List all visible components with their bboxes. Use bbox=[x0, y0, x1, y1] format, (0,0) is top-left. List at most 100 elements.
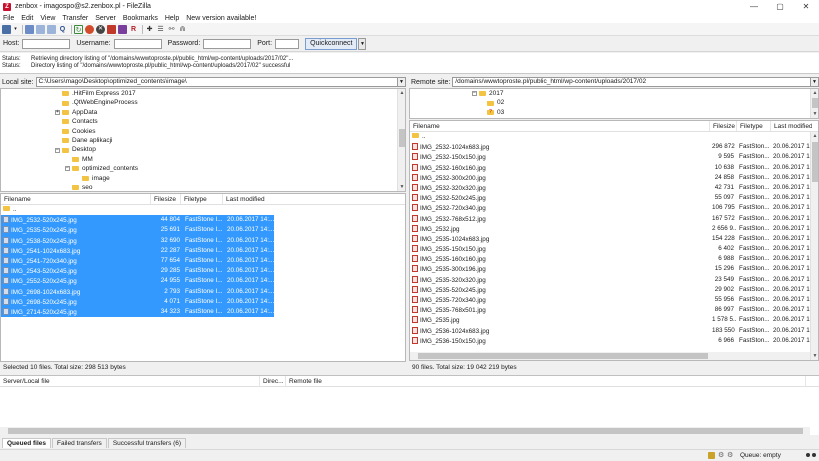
remote-horizontal-scrollbar[interactable] bbox=[410, 352, 810, 360]
remote-col-filename[interactable]: Filename bbox=[410, 121, 710, 131]
local-tree-item[interactable]: .HitFilm Express 2017 bbox=[1, 89, 405, 98]
remote-file-row[interactable]: IMG_2535.jpg 1 578 5... FastSton... 20.06.2… bbox=[410, 315, 818, 325]
menu-server[interactable]: Server bbox=[95, 15, 116, 22]
queue-col-direction[interactable]: Direc... bbox=[260, 376, 286, 386]
local-file-row[interactable]: IMG_2541-1024x683.jpg 22 287 FastStone I..… bbox=[1, 245, 274, 256]
menu-file[interactable]: File bbox=[3, 15, 14, 22]
reconnect-icon[interactable] bbox=[118, 24, 127, 34]
remote-path-input[interactable]: /domains/wwwtoproste.pl/public_html/wp-c… bbox=[452, 77, 811, 87]
remote-tree-item[interactable]: − 2017 bbox=[410, 89, 818, 98]
minimize-button[interactable]: — bbox=[741, 0, 767, 13]
local-col-last-modified[interactable]: Last modified bbox=[223, 194, 283, 204]
search-icon[interactable]: Q bbox=[58, 25, 67, 34]
remote-file-row[interactable]: IMG_2535-1024x683.jpg 154 228 FastSton... 2… bbox=[410, 234, 818, 244]
local-file-row[interactable]: IMG_2538-520x245.jpg 32 690 FastStone I...… bbox=[1, 235, 274, 246]
remote-col-filetype[interactable]: Filetype bbox=[737, 121, 771, 131]
local-tree-item[interactable]: + AppData bbox=[1, 108, 405, 117]
remote-tree-item[interactable]: ? 03 bbox=[410, 108, 818, 117]
local-file-row[interactable]: IMG_2543-520x245.jpg 29 285 FastStone I...… bbox=[1, 266, 274, 277]
local-file-row[interactable]: IMG_2532-520x245.jpg 44 804 FastStone I...… bbox=[1, 215, 274, 226]
remote-file-row[interactable]: IMG_2532.jpg 2 656 9... FastSton... 20.06.2… bbox=[410, 224, 818, 234]
remote-file-row[interactable]: IMG_2535-520x245.jpg 29 902 FastSton... 20.… bbox=[410, 285, 818, 295]
close-button[interactable]: ✕ bbox=[793, 0, 819, 13]
refresh-icon[interactable]: ↻ bbox=[74, 24, 83, 34]
toggle-log-icon[interactable] bbox=[25, 24, 34, 34]
local-path-input[interactable]: C:\Users\mago\Desktop\optimized_contents… bbox=[35, 77, 398, 87]
binoculars-icon[interactable]: ⚯ bbox=[167, 25, 176, 34]
menu-view[interactable]: View bbox=[40, 15, 55, 22]
remote-directory-tree[interactable]: −2017 02? 03 ▲ ▼ bbox=[409, 88, 819, 119]
local-tree-item[interactable]: Dane aplikacji bbox=[1, 136, 405, 145]
local-tree-item[interactable]: .QtWebEngineProcess bbox=[1, 98, 405, 107]
remote-file-row[interactable]: IMG_2536-150x150.jpg 6 966 FastSton... 20.0… bbox=[410, 336, 818, 346]
remote-file-list[interactable]: Filename Filesize Filetype Last modified… bbox=[409, 120, 819, 361]
tree-expander-icon[interactable]: − bbox=[55, 147, 60, 153]
directory-listing-filters-icon[interactable]: R bbox=[129, 25, 138, 34]
quickconnect-button[interactable]: Quickconnect bbox=[305, 37, 358, 50]
toggle-sync-browsing-icon[interactable]: ✚ bbox=[145, 25, 154, 34]
quickconnect-dropdown[interactable]: ▼ bbox=[358, 37, 367, 50]
remote-file-row[interactable]: IMG_2536-1024x683.jpg 183 550 FastSton... 2… bbox=[410, 326, 818, 336]
local-file-row[interactable]: IMG_2698-1024x683.jpg 2 793 FastStone I...… bbox=[1, 286, 274, 297]
local-parent-dir-row[interactable]: .. bbox=[1, 205, 405, 215]
remote-file-row[interactable]: IMG_2532-768x512.jpg 167 572 FastSton... 20… bbox=[410, 214, 818, 224]
remote-file-row[interactable]: IMG_2535-150x150.jpg 6 402 FastSton... 20.0… bbox=[410, 244, 818, 254]
remote-file-row[interactable]: IMG_2535-720x340.jpg 55 956 FastSton... 20.… bbox=[410, 295, 818, 305]
menu-transfer[interactable]: Transfer bbox=[62, 15, 88, 22]
transfer-queue[interactable]: Server/Local file Direc... Remote file bbox=[0, 375, 819, 435]
tree-expander-icon[interactable]: − bbox=[65, 166, 70, 172]
tab-successful-transfers[interactable]: Successful transfers (6) bbox=[107, 438, 187, 448]
local-col-filetype[interactable]: Filetype bbox=[181, 194, 223, 204]
remote-parent-dir-row[interactable]: .. bbox=[410, 132, 818, 142]
local-file-row[interactable]: IMG_2714-520x245.jpg 34 323 FastStone I...… bbox=[1, 306, 274, 318]
remote-col-last-modified[interactable]: Last modified bbox=[771, 121, 812, 131]
remote-file-row[interactable]: IMG_2535-768x501.jpg 86 997 FastSton... 20.… bbox=[410, 305, 818, 315]
remote-col-filesize[interactable]: Filesize bbox=[710, 121, 737, 131]
local-file-list[interactable]: Filename Filesize Filetype Last modified… bbox=[0, 193, 406, 362]
toggle-local-tree-icon[interactable] bbox=[36, 24, 45, 34]
local-path-dropdown[interactable]: ▼ bbox=[398, 77, 406, 87]
local-tree-item[interactable]: Contacts bbox=[1, 117, 405, 126]
tree-expander-icon[interactable]: + bbox=[55, 109, 60, 115]
local-col-filename[interactable]: Filename bbox=[1, 194, 151, 204]
local-file-row[interactable]: IMG_2535-520x245.jpg 25 691 FastStone I...… bbox=[1, 225, 274, 236]
local-tree-item[interactable]: − Desktop bbox=[1, 145, 405, 154]
menu-bookmarks[interactable]: Bookmarks bbox=[123, 15, 158, 22]
remote-path-dropdown[interactable]: ▼ bbox=[811, 77, 819, 87]
local-tree-item[interactable]: Cookies bbox=[1, 127, 405, 136]
queue-col-local-file[interactable]: Server/Local file bbox=[0, 376, 260, 386]
queue-col-remote-file[interactable]: Remote file bbox=[286, 376, 806, 386]
local-tree-item[interactable]: − optimized_contents bbox=[1, 164, 405, 173]
password-input[interactable] bbox=[203, 38, 252, 49]
cancel-icon[interactable]: ✕ bbox=[96, 24, 105, 34]
host-input[interactable] bbox=[22, 38, 71, 49]
remote-file-row[interactable]: IMG_2535-320x320.jpg 23 549 FastSton... 20.… bbox=[410, 275, 818, 285]
local-tree-item[interactable]: image bbox=[1, 174, 405, 183]
directory-comparison-icon[interactable]: ☰ bbox=[156, 25, 165, 34]
message-log[interactable]: Status: Retrieving directory listing of "… bbox=[0, 53, 819, 74]
local-file-row[interactable]: IMG_2541-720x340.jpg 77 654 FastStone I...… bbox=[1, 255, 274, 267]
remote-file-row[interactable]: IMG_2532-160x160.jpg 10 638 FastSton... 20.… bbox=[410, 163, 818, 173]
tree-expander-icon[interactable]: − bbox=[472, 91, 477, 97]
local-directory-tree[interactable]: .HitFilm Express 2017 .QtWebEngineProcess… bbox=[0, 88, 406, 192]
disconnect-icon[interactable] bbox=[107, 24, 116, 34]
remote-file-row[interactable]: IMG_2535-300x196.jpg 15 296 FastSton... 20.… bbox=[410, 264, 818, 274]
remote-file-row[interactable]: IMG_2532-150x150.jpg 9 595 FastSton... 20.0… bbox=[410, 152, 818, 162]
local-tree-item[interactable]: seo bbox=[1, 183, 405, 191]
speed-limit-icon[interactable]: ⋒ bbox=[178, 25, 187, 34]
remote-file-row[interactable]: IMG_2532-720x340.jpg 106 795 FastSton... 20… bbox=[410, 203, 818, 213]
local-col-filesize[interactable]: Filesize bbox=[151, 194, 181, 204]
queue-horizontal-scrollbar[interactable] bbox=[0, 427, 810, 435]
remote-file-row[interactable]: IMG_2535-160x160.jpg 6 988 FastSton... 20.0… bbox=[410, 254, 818, 264]
remote-file-row[interactable]: IMG_2532-520x245.jpg 55 097 FastSton... 20.… bbox=[410, 193, 818, 203]
remote-tree-item[interactable]: 02 bbox=[410, 98, 818, 107]
menu-new-version[interactable]: New version available! bbox=[186, 15, 256, 22]
port-input[interactable] bbox=[275, 38, 300, 49]
site-manager-icon[interactable] bbox=[2, 24, 11, 34]
remote-file-row[interactable]: IMG_2532-1024x683.jpg 296 872 FastSton... 2… bbox=[410, 142, 818, 152]
toggle-remote-tree-icon[interactable] bbox=[47, 24, 56, 34]
tab-failed-transfers[interactable]: Failed transfers bbox=[52, 438, 107, 448]
maximize-button[interactable]: ▢ bbox=[767, 0, 793, 13]
local-tree-item[interactable]: MM bbox=[1, 155, 405, 164]
site-manager-dropdown-icon[interactable]: ▾ bbox=[13, 25, 18, 34]
